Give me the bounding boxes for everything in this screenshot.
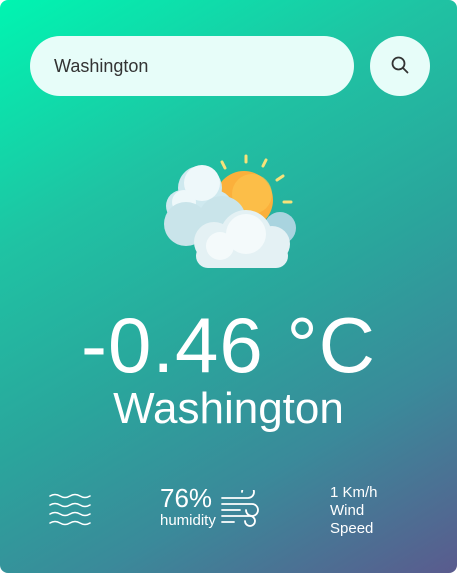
search-button[interactable] (370, 36, 430, 96)
city-name: Washington (113, 384, 344, 433)
temperature-value: -0.46 °C (81, 301, 376, 389)
search-icon (390, 55, 410, 78)
wind-icon (220, 485, 262, 535)
wind-info: 1 Km/h Wind Speed (330, 484, 400, 538)
wind-speed-label: Wind Speed (330, 502, 374, 537)
search-bar (30, 36, 430, 96)
weather-card: -0.46 °C Washington 76% humidity (0, 0, 457, 573)
search-input[interactable] (30, 36, 354, 96)
wind-speed-value: 1 Km/h (330, 484, 378, 501)
partly-cloudy-icon (160, 150, 302, 275)
weather-details: 76% humidity 1 Km/h Wind Speed (0, 478, 457, 548)
humidity-value: 76% (160, 483, 213, 513)
humidity-info: 76% humidity (160, 484, 216, 530)
water-waves-icon (48, 492, 92, 537)
humidity-label: humidity (160, 512, 216, 529)
